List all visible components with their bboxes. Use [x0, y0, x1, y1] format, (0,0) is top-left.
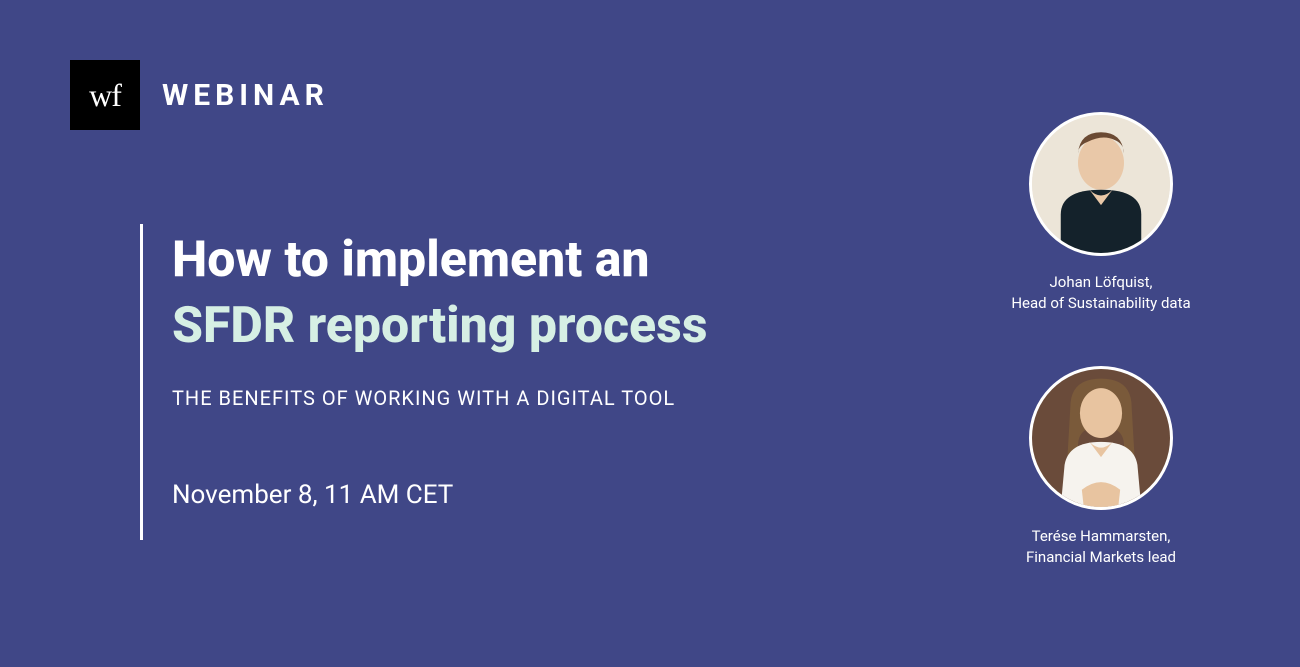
- avatar: [1029, 112, 1173, 256]
- title-line-1: How to implement an: [172, 230, 912, 290]
- webinar-slide: wf WEBINAR How to implement an SFDR repo…: [0, 0, 1300, 667]
- speaker-role: Head of Sustainability data: [1011, 293, 1190, 314]
- event-datetime: November 8, 11 AM CET: [172, 480, 912, 510]
- logo-icon: wf: [70, 60, 140, 130]
- brand-row: wf WEBINAR: [70, 60, 329, 130]
- speaker-card: Terése Hammarsten, Financial Markets lea…: [1026, 366, 1176, 568]
- speaker-name: Johan Löfquist,: [1050, 272, 1153, 293]
- main-content: How to implement an SFDR reporting proce…: [172, 230, 912, 510]
- speaker-name: Terése Hammarsten,: [1032, 526, 1171, 547]
- speakers-column: Johan Löfquist, Head of Sustainability d…: [986, 112, 1216, 568]
- avatar: [1029, 366, 1173, 510]
- speaker-card: Johan Löfquist, Head of Sustainability d…: [1011, 112, 1190, 314]
- title-line-2: SFDR reporting process: [172, 296, 912, 356]
- subtitle: THE BENEFITS OF WORKING WITH A DIGITAL T…: [172, 386, 912, 410]
- speaker-role: Financial Markets lead: [1026, 547, 1176, 568]
- vertical-divider: [140, 224, 143, 540]
- brand-label: WEBINAR: [162, 78, 329, 113]
